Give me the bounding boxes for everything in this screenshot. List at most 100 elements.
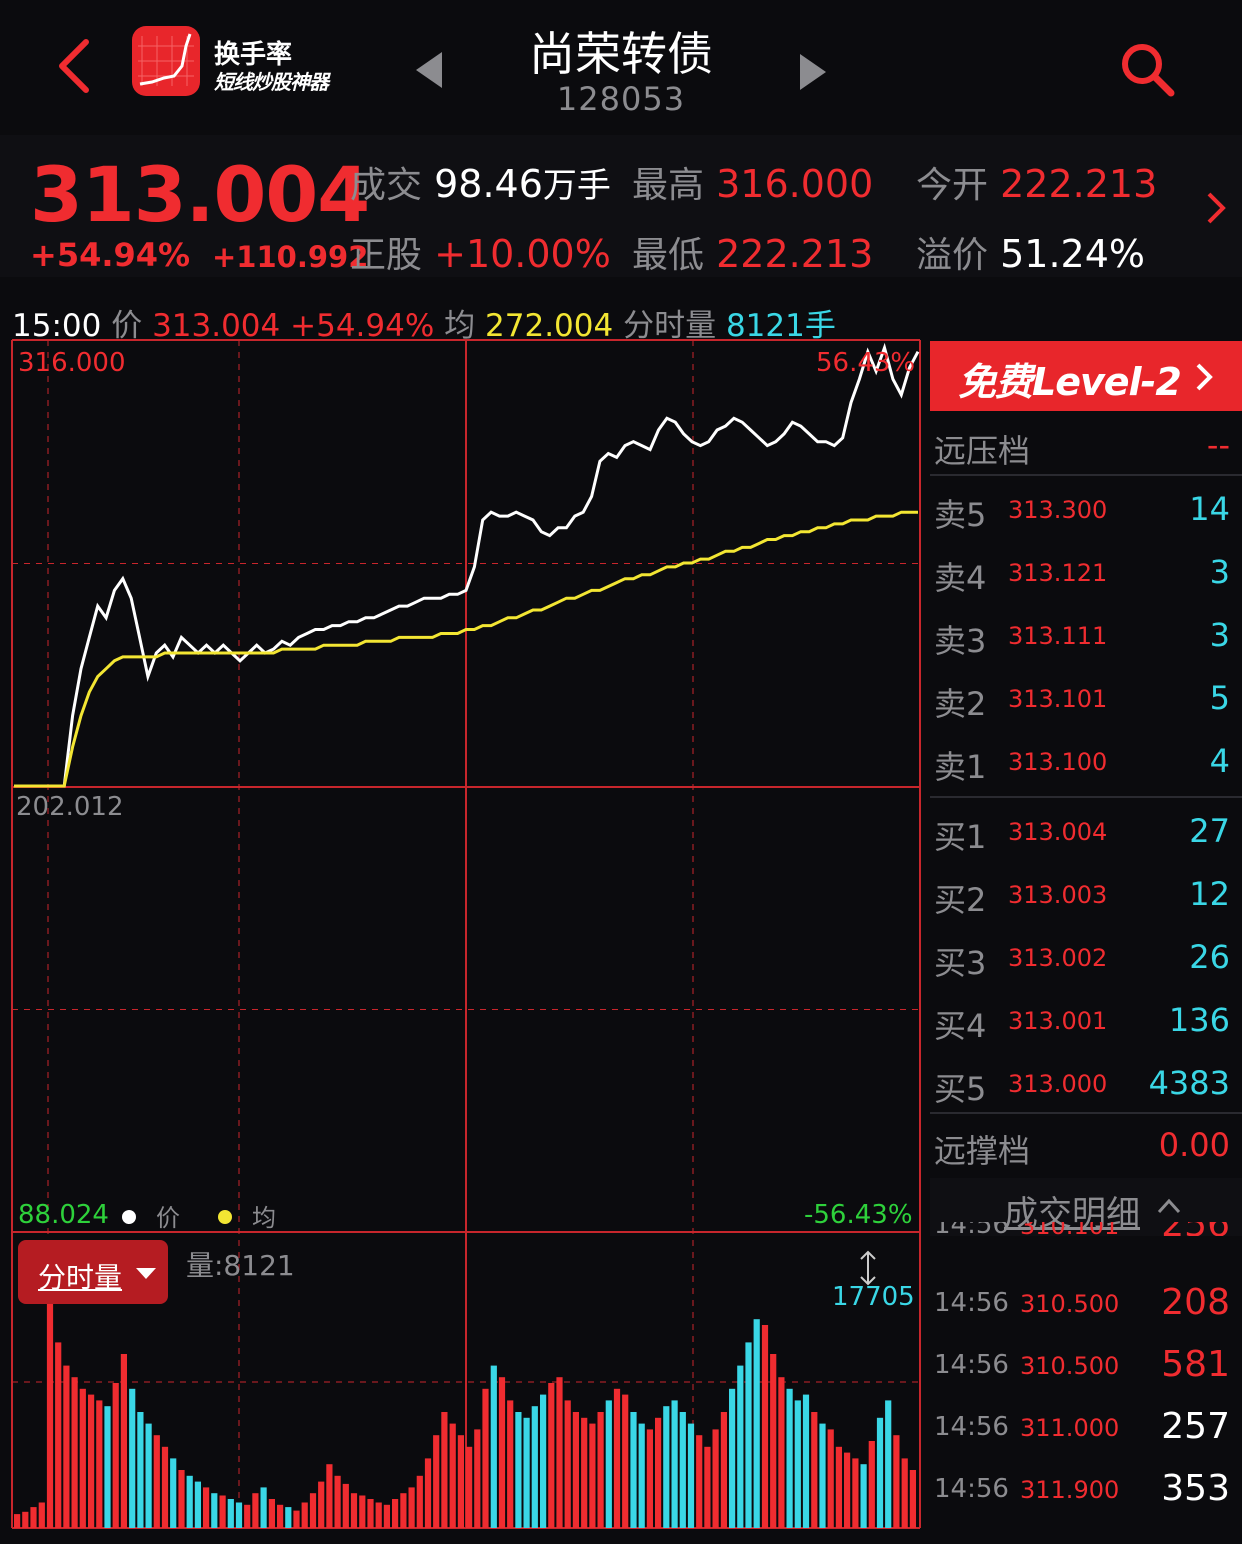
ask-row[interactable]: 卖5 313.300 14 [930,478,1242,540]
volume-bar [55,1342,62,1528]
ask-price: 313.300 [1008,496,1108,524]
y-min-label: 88.024 [18,1200,109,1230]
volume-bar [227,1499,234,1528]
pct-min-label: -56.43% [804,1200,913,1230]
volume-bar [350,1493,358,1528]
stock-value: +10.00% [434,232,611,276]
volume-bar [178,1470,185,1528]
y-mid-label: 202.012 [16,792,124,822]
volume-bar [687,1423,695,1528]
volume-bar [129,1388,136,1528]
volume-bar [622,1394,629,1528]
volume-bar [301,1502,308,1528]
volume-stat: 成交 98.46万手 [350,156,611,208]
trade-volume: 208 [1161,1282,1230,1323]
bid-volume: 26 [1189,938,1230,976]
level2-label: 免费Level-2 [958,360,1182,404]
ask-volume: 3 [1209,553,1230,591]
next-stock-icon[interactable] [800,54,826,90]
page-title: 尚荣转债 [529,27,713,81]
volume-bar [523,1417,530,1528]
volume-bar [589,1423,596,1528]
intraday-chart[interactable] [0,338,925,1544]
bid-label: 买3 [934,944,987,982]
legend-price-dot-icon [122,1210,136,1224]
volume-bar [120,1354,127,1528]
volume-bar [14,1514,21,1528]
level2-banner-button[interactable]: 免费Level-2 [930,341,1242,411]
volume-bar [770,1354,777,1528]
trade-row: 14:56 311.900 353 [930,1460,1242,1522]
volume-bar [712,1429,719,1528]
divider [930,796,1242,798]
trade-time: 14:56 [934,1350,1009,1380]
volume-bar [835,1446,842,1528]
trade-price: 310.500 [1020,1352,1120,1380]
volume-bar [679,1412,686,1528]
trade-price: 310.101 [1020,1222,1120,1236]
volume-bar [901,1458,908,1528]
volume-bar [720,1412,727,1528]
volume-bar [88,1394,95,1528]
caret-down-icon [136,1268,156,1279]
ask-volume: 14 [1189,490,1230,528]
volume-bar [531,1406,538,1528]
high-label: 最高 [632,165,705,206]
change-percent: +54.94% [30,236,191,274]
volume-type-dropdown[interactable]: 分时量 [18,1240,168,1304]
volume-bar [252,1493,259,1528]
bid-row[interactable]: 买2 313.003 12 [930,863,1242,925]
bid-row[interactable]: 买3 313.002 26 [930,926,1242,988]
bid-row[interactable]: 买4 313.001 136 [930,989,1242,1051]
ask-row[interactable]: 卖4 313.121 3 [930,541,1242,603]
volume-text: 量:8121 [186,1249,295,1282]
bid-row[interactable]: 买5 313.000 4383 [930,1052,1242,1114]
volume-bar [605,1400,612,1528]
volume-bar [827,1429,834,1528]
volume-bar [359,1495,366,1528]
ask-volume: 3 [1209,616,1230,654]
volume-bar [638,1423,645,1528]
stock-stat: 正股 +10.00% [350,226,611,278]
volume-bar [22,1511,29,1528]
bid-label: 买2 [934,881,987,919]
y-max-label: 316.000 [18,348,126,378]
chevron-right-icon[interactable] [1205,190,1227,226]
bid-row[interactable]: 买1 313.004 27 [930,800,1242,862]
volume-bar [474,1429,481,1528]
volume-bar [613,1388,621,1528]
legend-avg-dot-icon [218,1210,232,1224]
volume-bar [704,1446,711,1528]
trade-time: 14:56 [934,1288,1009,1318]
stock-label: 正股 [350,235,423,276]
trade-volume: 581 [1161,1344,1230,1385]
ask-row[interactable]: 卖1 313.100 4 [930,730,1242,792]
trade-price: 311.000 [1020,1414,1120,1442]
ask-label: 卖3 [934,622,987,660]
volume-value: 98.46 [434,162,543,206]
volume-bar [104,1406,111,1528]
ask-price: 313.100 [1008,748,1108,776]
low-value: 222.213 [716,232,874,276]
stock-code: 128053 [556,80,686,118]
volume-label: 成交 [350,165,423,206]
volume-bar [293,1510,300,1528]
ask-row[interactable]: 卖2 313.101 5 [930,667,1242,729]
search-icon[interactable] [1118,40,1178,100]
volume-bar [235,1502,243,1528]
volume-bar [326,1464,333,1528]
open-label: 今开 [916,165,989,206]
volume-bar [885,1400,892,1528]
volume-bar [893,1435,900,1528]
ask-row[interactable]: 卖3 313.111 3 [930,604,1242,666]
volume-bar [285,1507,292,1528]
volume-bar [868,1441,875,1528]
volume-bar [778,1377,785,1528]
bid-price: 313.001 [1008,1007,1108,1035]
volume-bar [211,1493,218,1528]
volume-bar [794,1400,801,1528]
volume-bar [30,1507,37,1528]
volume-bar [671,1400,678,1528]
low-stat: 最低 222.213 [632,226,873,278]
bid-volume: 27 [1189,812,1230,850]
